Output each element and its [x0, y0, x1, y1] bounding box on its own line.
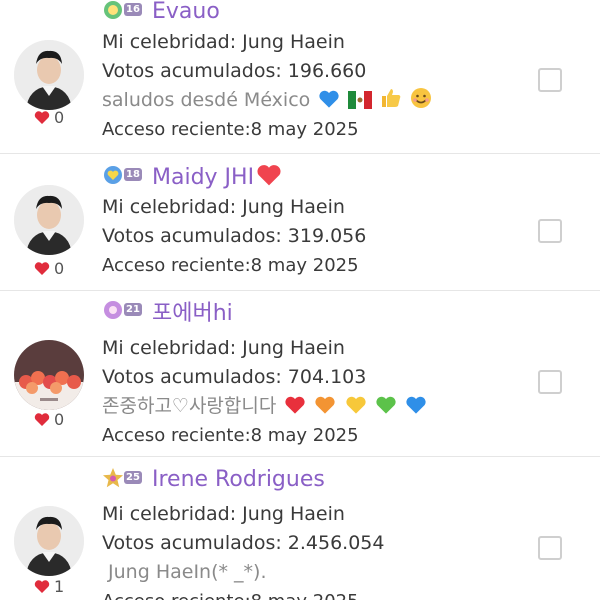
checkbox-icon[interactable]: [538, 370, 562, 394]
level-number: 18: [124, 168, 142, 181]
thumbs-up-icon: [382, 89, 401, 107]
level-number: 16: [124, 3, 142, 16]
user-name-text: Maidy JHI: [152, 164, 255, 190]
red-heart-icon: [285, 396, 306, 414]
green-heart-icon: [375, 396, 396, 414]
level-badge-icon: 18: [102, 164, 148, 188]
mexico-flag-icon: [348, 91, 373, 109]
like-count[interactable]: 0: [34, 410, 64, 429]
message-line: 존중하고♡사랑합니다: [102, 392, 530, 421]
recent-access: Acceso reciente:8 may 2025: [102, 587, 530, 600]
avatar[interactable]: [14, 40, 84, 110]
blue-heart-icon: [319, 90, 339, 108]
heart-icon: [34, 111, 50, 124]
votes-line: Votos acumulados: 196.660: [102, 60, 367, 82]
level-badge-icon: 25: [102, 467, 148, 491]
user-name[interactable]: Irene Rodrigues: [152, 467, 325, 492]
like-count-value: 0: [54, 259, 65, 278]
like-count[interactable]: 0: [34, 108, 64, 127]
level-badge-icon: 21: [102, 299, 148, 323]
celebrity-line: Mi celebridad: Jung Haein: [102, 31, 345, 53]
recent-access: Acceso reciente:8 may 2025: [102, 119, 359, 140]
user-card[interactable]: 0 18 Maidy JHI Mi celebridad: Jung Haein…: [0, 155, 600, 291]
user-card[interactable]: 0 21 포에버hi Mi celebridad: Jung Haein Vot…: [0, 292, 600, 457]
recent-access: Acceso reciente:8 may 2025: [102, 255, 359, 276]
level-number: 25: [124, 471, 142, 484]
red-heart-icon: [257, 164, 281, 185]
votes-line: Votos acumulados: 319.056: [102, 225, 367, 247]
like-count[interactable]: 1: [34, 577, 64, 596]
checkbox-icon[interactable]: [538, 219, 562, 243]
level-number: 21: [124, 303, 142, 316]
like-count-value: 0: [54, 410, 65, 429]
smile-icon: [411, 88, 432, 108]
like-count-value: 1: [54, 577, 65, 596]
celebrity-line: Mi celebridad: Jung Haein: [102, 503, 345, 525]
heart-icon: [34, 262, 50, 275]
like-count[interactable]: 0: [34, 259, 64, 278]
message-text: saludos desdé México: [102, 89, 311, 111]
user-name[interactable]: Evauo: [152, 0, 220, 24]
avatar[interactable]: [14, 506, 84, 576]
heart-icon: [34, 413, 50, 426]
checkbox-icon[interactable]: [538, 536, 562, 560]
message-line: saludos desdé México: [102, 86, 530, 115]
votes-line: Votos acumulados: 704.103: [102, 366, 367, 388]
message-text: 존중하고♡사랑합니다: [102, 395, 277, 417]
user-name[interactable]: Maidy JHI: [152, 163, 282, 190]
votes-line: Votos acumulados: 2.456.054: [102, 532, 385, 554]
orange-heart-icon: [315, 396, 336, 414]
checkbox-icon[interactable]: [538, 68, 562, 92]
user-card[interactable]: 1 25 Irene Rodrigues Mi celebridad: Jung…: [0, 458, 600, 600]
blue-heart-icon: [405, 396, 426, 414]
heart-icon: [34, 580, 50, 593]
yellow-heart-icon: [345, 396, 366, 414]
user-card[interactable]: 0 16 Evauo Mi celebridad: Jung Haein Vot…: [0, 0, 600, 154]
message-line: Jung HaeIn(* _*).: [102, 561, 267, 583]
celebrity-line: Mi celebridad: Jung Haein: [102, 196, 345, 218]
avatar[interactable]: [14, 340, 84, 410]
celebrity-line: Mi celebridad: Jung Haein: [102, 337, 345, 359]
user-name[interactable]: 포에버hi: [152, 295, 233, 327]
level-badge-icon: 16: [102, 0, 148, 23]
avatar[interactable]: [14, 185, 84, 255]
like-count-value: 0: [54, 108, 65, 127]
recent-access: Acceso reciente:8 may 2025: [102, 425, 359, 446]
